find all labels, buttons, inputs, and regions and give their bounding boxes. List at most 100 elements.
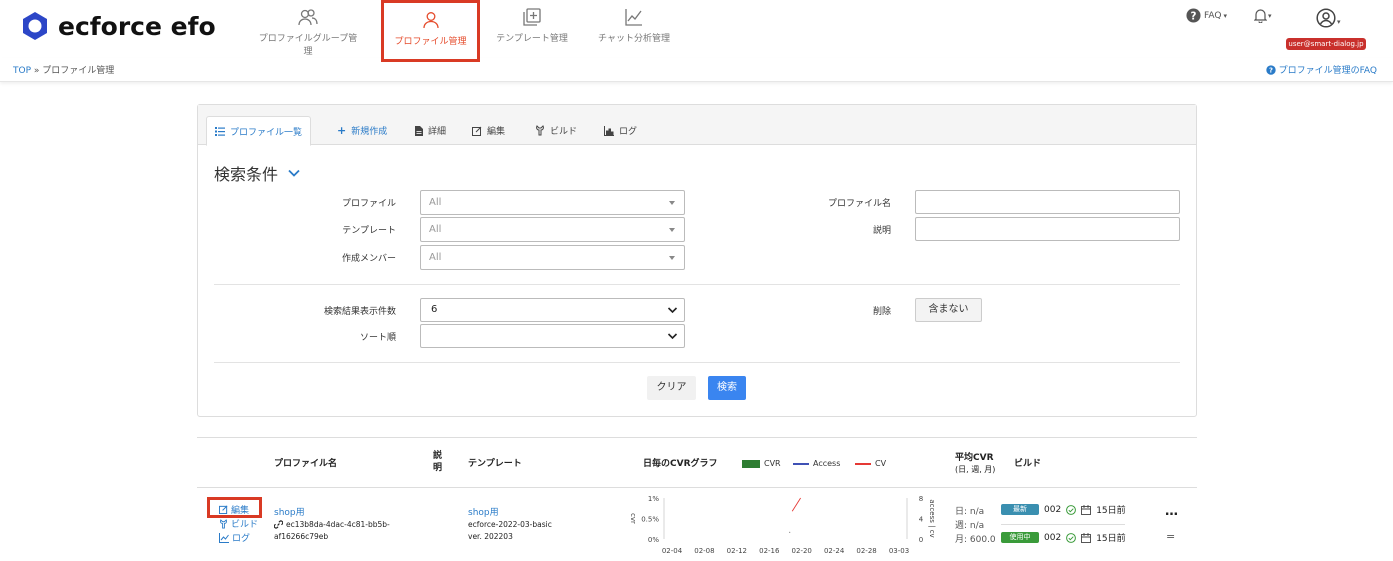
build-number: 002 — [1044, 532, 1062, 543]
row-build-link[interactable]: ビルド — [219, 517, 258, 530]
description-input[interactable] — [915, 217, 1180, 241]
tab-edit[interactable]: 編集 — [464, 116, 513, 145]
faq-menu[interactable]: ? FAQ ▾ — [1186, 8, 1227, 23]
chevron-down-icon — [667, 307, 678, 314]
log-label: ログ — [232, 534, 251, 544]
tab-new[interactable]: + 新規作成 — [329, 116, 395, 145]
edit-icon — [219, 505, 228, 514]
faq-label: FAQ — [1204, 10, 1222, 21]
logo-text: ecforce efo — [58, 11, 216, 41]
y-tick-label-right: 8 — [919, 495, 923, 503]
result-count-select[interactable]: 6 — [420, 298, 685, 322]
nav-profile[interactable]: プロファイル管理 — [381, 0, 480, 62]
notifications-menu[interactable]: ▾ — [1254, 8, 1272, 23]
legend-swatch — [793, 462, 809, 465]
tab-profile-list[interactable]: プロファイル一覧 — [206, 116, 312, 146]
build-active-row: 使用中 002 15日前 — [1001, 531, 1126, 544]
build-date: 15日前 — [1096, 534, 1126, 544]
search-button[interactable]: 検索 — [708, 376, 746, 400]
build-icon — [536, 125, 544, 136]
build-latest-row: 最新 002 15日前 — [1001, 503, 1126, 516]
breadcrumb-home-link[interactable]: TOP — [13, 66, 31, 76]
nav-profile-group[interactable]: プロファイルグループ管理 — [258, 8, 358, 57]
y-tick-label-left: 1% — [648, 495, 659, 503]
cvr-chart: 1% 0.5% 0% 8 4 0 cvr access | cv 02-04 02-08 02-12… — [629, 495, 936, 555]
nav-chat-analysis[interactable]: チャット分析管理 — [589, 8, 679, 54]
chart-icon — [604, 125, 614, 136]
data-point — [789, 531, 791, 533]
nav-label: チャット分析管理 — [598, 34, 670, 44]
line-chart-icon — [219, 532, 229, 543]
chevron-down-icon — [288, 169, 300, 177]
nav-label: プロファイルグループ管理 — [258, 34, 358, 57]
edit-label: 編集 — [231, 506, 250, 516]
template-version: ver. 202203 — [468, 532, 513, 541]
series-line-cv — [791, 497, 801, 512]
row-log-link[interactable]: ログ — [219, 531, 250, 544]
breadcrumb-separator: » — [33, 66, 40, 76]
profile-label: プロファイル — [341, 199, 396, 209]
check-circle-icon — [1066, 504, 1077, 515]
divider — [214, 284, 1180, 285]
result-count-value: 6 — [431, 304, 438, 315]
question-circle-icon: ? — [1186, 8, 1201, 23]
template-select-value: All — [429, 224, 442, 235]
app-header: ecforce efo プロファイルグループ管理 プロファイル管理 テンプレート… — [0, 0, 1393, 62]
template-select[interactable]: All — [420, 217, 685, 242]
user-icon — [422, 12, 439, 29]
drag-handle-icon[interactable]: = — [1166, 530, 1175, 543]
result-count-label: 検索結果表示件数 — [323, 307, 396, 317]
caret-down-icon — [669, 228, 675, 232]
legend-swatch — [742, 459, 760, 468]
member-label: 作成メンバー — [341, 254, 396, 264]
user-email-badge: user@smart-dialog.jp — [1286, 38, 1366, 50]
build-divider — [1001, 524, 1125, 525]
header-profile-name: プロファイル名 — [274, 459, 338, 469]
template-label: テンプレート — [342, 226, 396, 236]
tab-detail[interactable]: 詳細 — [407, 116, 454, 145]
member-select-value: All — [429, 252, 442, 263]
question-circle-icon: ? — [1265, 64, 1276, 75]
nav-label: テンプレート管理 — [496, 34, 568, 44]
breadcrumb-current: プロファイル管理 — [42, 66, 115, 76]
tab-label: 詳細 — [428, 127, 447, 137]
profile-select[interactable]: All — [420, 190, 685, 215]
more-options-button[interactable]: … — [1165, 504, 1178, 519]
tab-label: ログ — [619, 127, 638, 137]
row-edit-link[interactable]: 編集 — [219, 503, 249, 516]
header-cvr-graph: 日毎のCVRグラフ — [643, 459, 718, 469]
results-table: プロファイル名 説明 テンプレート 日毎のCVRグラフ CVR Access C… — [197, 437, 1197, 561]
profile-name-link[interactable]: shop用 — [274, 505, 305, 518]
calendar-icon — [1081, 504, 1092, 515]
avg-cvr-month: 月: 600.0 — [955, 535, 996, 545]
y-axis-title-right: access | cv — [928, 499, 936, 537]
breadcrumb: TOP » プロファイル管理 — [13, 63, 114, 76]
build-icon — [220, 518, 227, 528]
delete-label: 削除 — [872, 307, 891, 317]
logo[interactable]: ecforce efo — [20, 10, 216, 42]
sort-select[interactable] — [420, 324, 685, 348]
header-build: ビルド — [1014, 459, 1042, 469]
account-menu[interactable]: ▾ — [1316, 8, 1341, 28]
caret-icon: ▾ — [1223, 11, 1227, 20]
member-select[interactable]: All — [420, 245, 685, 270]
add-template-icon — [523, 8, 541, 26]
template-id: ecforce-2022-03-basic — [468, 520, 552, 529]
header-description: 説明 — [433, 451, 443, 473]
exclude-deleted-button[interactable]: 含まない — [915, 298, 982, 322]
clear-button[interactable]: クリア — [647, 376, 696, 400]
nav-template[interactable]: テンプレート管理 — [482, 8, 582, 54]
profile-name-input[interactable] — [915, 190, 1180, 214]
legend-label: CVR — [764, 459, 781, 468]
list-icon — [215, 126, 225, 136]
plus-icon: + — [337, 124, 347, 137]
tab-build[interactable]: ビルド — [527, 116, 585, 145]
template-name-link[interactable]: shop用 — [468, 505, 499, 518]
legend-label: Access — [813, 459, 841, 468]
x-tick-label: 02-24 — [824, 547, 845, 555]
search-conditions-toggle[interactable]: 検索条件 — [214, 161, 300, 185]
logo-icon — [23, 12, 47, 40]
header-template: テンプレート — [468, 459, 522, 469]
tab-log[interactable]: ログ — [596, 116, 645, 145]
profile-faq-link[interactable]: ? プロファイル管理のFAQ — [1265, 63, 1377, 76]
